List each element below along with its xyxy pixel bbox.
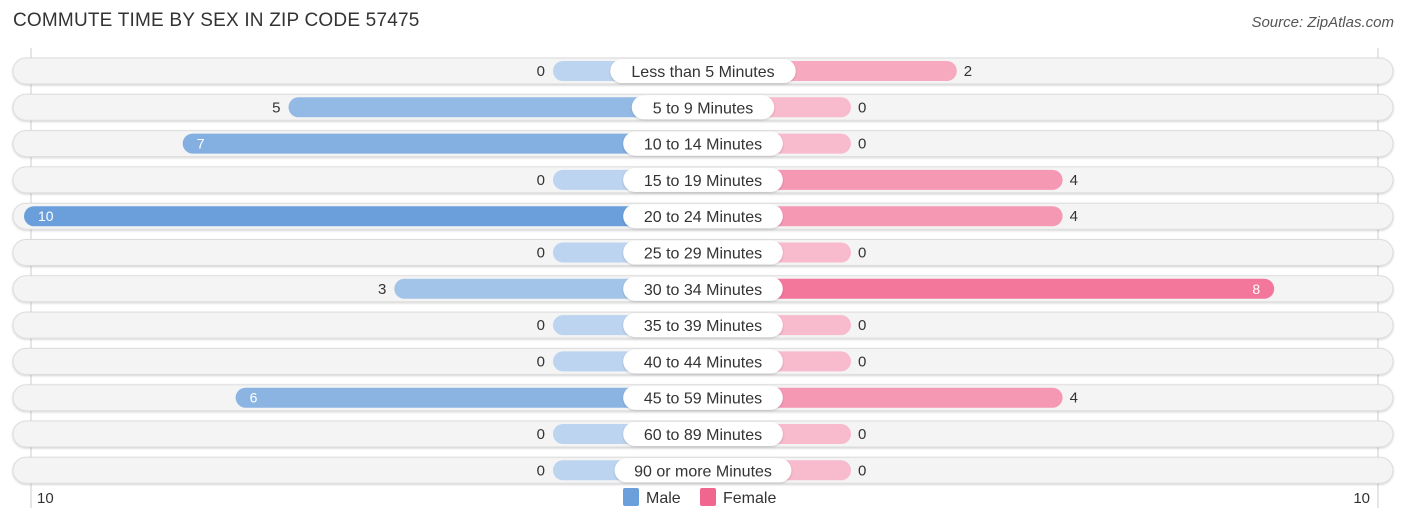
category-label: 45 to 59 Minutes: [644, 391, 762, 408]
male-value-label: 0: [537, 353, 545, 370]
male-value-label: 0: [537, 172, 545, 189]
female-value-label: 0: [858, 99, 866, 116]
category-label: 15 to 19 Minutes: [644, 173, 762, 190]
chart: 0 2 Less than 5 Minutes 5 0 5 to 9 Minutes 7 0 1…: [12, 48, 1394, 508]
female-value-label: 4: [1070, 208, 1078, 225]
male-value-label: 0: [537, 426, 545, 443]
legend-label-male: Male: [646, 490, 681, 507]
category-label: 40 to 44 Minutes: [644, 354, 762, 371]
female-value-label: 0: [858, 245, 866, 262]
axis-label-right: 10: [1353, 490, 1370, 507]
female-value-label: 0: [858, 317, 866, 334]
female-value-label: 8: [1252, 281, 1260, 297]
female-value-label: 0: [858, 426, 866, 443]
category-label: 30 to 34 Minutes: [644, 282, 762, 299]
male-value-label: 5: [272, 99, 280, 116]
axis-label-left: 10: [37, 490, 54, 507]
category-label: Less than 5 Minutes: [631, 64, 774, 81]
category-label: 60 to 89 Minutes: [644, 427, 762, 444]
male-value-label: 0: [537, 462, 545, 479]
legend-swatch-female: [700, 488, 716, 506]
male-bar: [24, 206, 703, 227]
category-label: 20 to 24 Minutes: [644, 209, 762, 226]
male-value-label: 0: [537, 245, 545, 262]
category-label: 35 to 39 Minutes: [644, 318, 762, 335]
female-value-label: 0: [858, 462, 866, 479]
legend-label-female: Female: [723, 490, 776, 507]
category-label: 5 to 9 Minutes: [653, 100, 754, 117]
female-bar: [703, 278, 1275, 299]
category-label: 25 to 29 Minutes: [644, 246, 762, 263]
female-value-label: 0: [858, 136, 866, 153]
male-value-label: 10: [38, 208, 54, 224]
female-value-label: 4: [1070, 172, 1078, 189]
female-value-label: 4: [1070, 390, 1078, 407]
category-label: 90 or more Minutes: [634, 463, 772, 480]
category-label: 10 to 14 Minutes: [644, 137, 762, 154]
male-value-label: 7: [197, 136, 205, 152]
male-value-label: 6: [250, 390, 258, 406]
female-value-label: 2: [964, 63, 972, 80]
male-value-label: 0: [537, 317, 545, 334]
male-value-label: 0: [537, 63, 545, 80]
male-value-label: 3: [378, 281, 386, 298]
female-value-label: 0: [858, 353, 866, 370]
legend-swatch-male: [623, 488, 639, 506]
